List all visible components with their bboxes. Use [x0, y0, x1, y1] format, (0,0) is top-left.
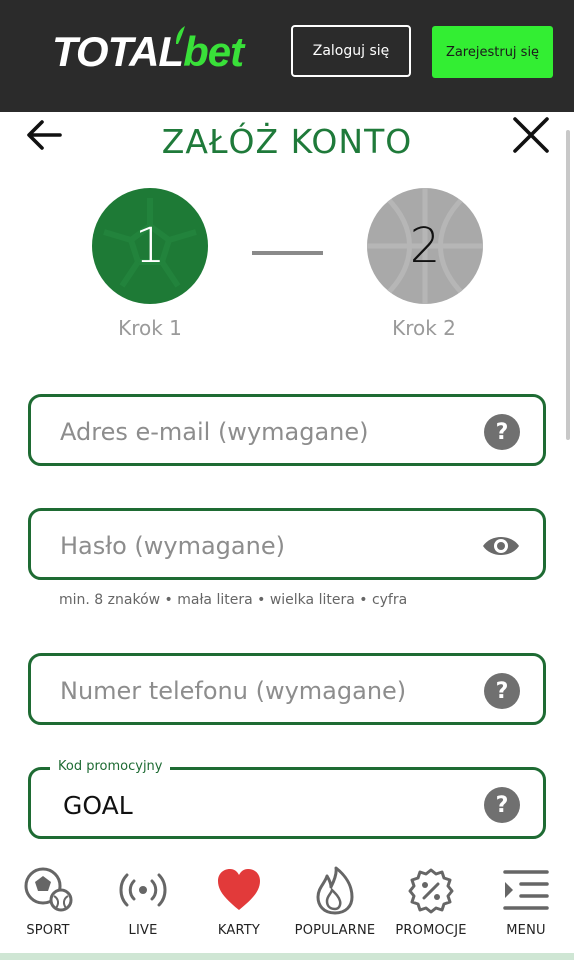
login-button[interactable]: Zaloguj się: [291, 25, 411, 77]
totalbet-logo[interactable]: TOTAL bet: [52, 26, 244, 75]
logo-leaf-icon: [176, 26, 185, 44]
step-2-label: Krok 2: [392, 316, 456, 340]
top-header: TOTAL bet Zaloguj się Zarejestruj się: [0, 0, 574, 112]
nav-item-menu[interactable]: MENU: [478, 857, 574, 953]
logo-bet-text: bet: [183, 28, 244, 75]
menu-icon: [503, 870, 549, 910]
promo-percent-icon: [408, 868, 454, 914]
nav-label-karty: KARTY: [217, 923, 261, 938]
nav-item-popularne[interactable]: POPULARNE: [287, 857, 383, 953]
nav-label-menu: MENU: [506, 923, 546, 938]
promo-help-icon[interactable]: ?: [484, 787, 520, 823]
nav-label-sport: SPORT: [26, 923, 70, 938]
register-panel: [0, 112, 574, 857]
logo-total-text: TOTAL: [52, 28, 184, 75]
step-2-circle: 2: [367, 188, 483, 304]
live-broadcast-icon: [119, 873, 167, 907]
password-field[interactable]: Hasło (wymagane): [28, 508, 546, 580]
scrollbar[interactable]: [566, 130, 570, 440]
step-2-number: 2: [409, 218, 441, 274]
step-1-circle: 1: [92, 188, 208, 304]
email-help-icon[interactable]: ?: [484, 414, 520, 450]
email-field[interactable]: Adres e-mail (wymagane) ?: [28, 394, 546, 466]
promo-code-value: GOAL: [63, 791, 133, 820]
register-button[interactable]: Zarejestruj się: [432, 26, 553, 78]
bottom-navigation: SPORT LIVE KARTY POPULARNE PROMOCJE MENU: [0, 857, 574, 960]
nav-item-promocje[interactable]: PROMOCJE: [383, 857, 479, 953]
nav-label-live: LIVE: [128, 923, 158, 938]
heart-icon: [218, 869, 260, 910]
password-requirements: min. 8 znaków • mała litera • wielka lit…: [59, 592, 408, 608]
email-placeholder: Adres e-mail (wymagane): [60, 418, 369, 446]
nav-label-promocje: PROMOCJE: [395, 923, 467, 938]
password-placeholder: Hasło (wymagane): [60, 532, 285, 560]
nav-item-sport[interactable]: SPORT: [0, 857, 96, 953]
step-1-number: 1: [134, 218, 166, 274]
nav-item-live[interactable]: LIVE: [95, 857, 191, 953]
promo-code-field[interactable]: GOAL ?: [28, 767, 546, 839]
bottom-strip: [0, 953, 574, 960]
page-title: ZAŁÓŻ KONTO: [161, 122, 413, 161]
step-connector: [252, 251, 323, 255]
step-1-label: Krok 1: [118, 316, 182, 340]
phone-field[interactable]: Numer telefonu (wymagane) ?: [28, 653, 546, 725]
sport-ball-icon: [24, 867, 73, 912]
eye-icon[interactable]: [481, 529, 521, 563]
promo-code-label: Kod promocyjny: [50, 759, 171, 774]
phone-help-icon[interactable]: ?: [484, 673, 520, 709]
phone-placeholder: Numer telefonu (wymagane): [60, 677, 407, 705]
nav-label-popularne: POPULARNE: [294, 923, 376, 938]
flame-icon: [316, 866, 354, 915]
nav-item-karty[interactable]: KARTY: [191, 857, 287, 953]
